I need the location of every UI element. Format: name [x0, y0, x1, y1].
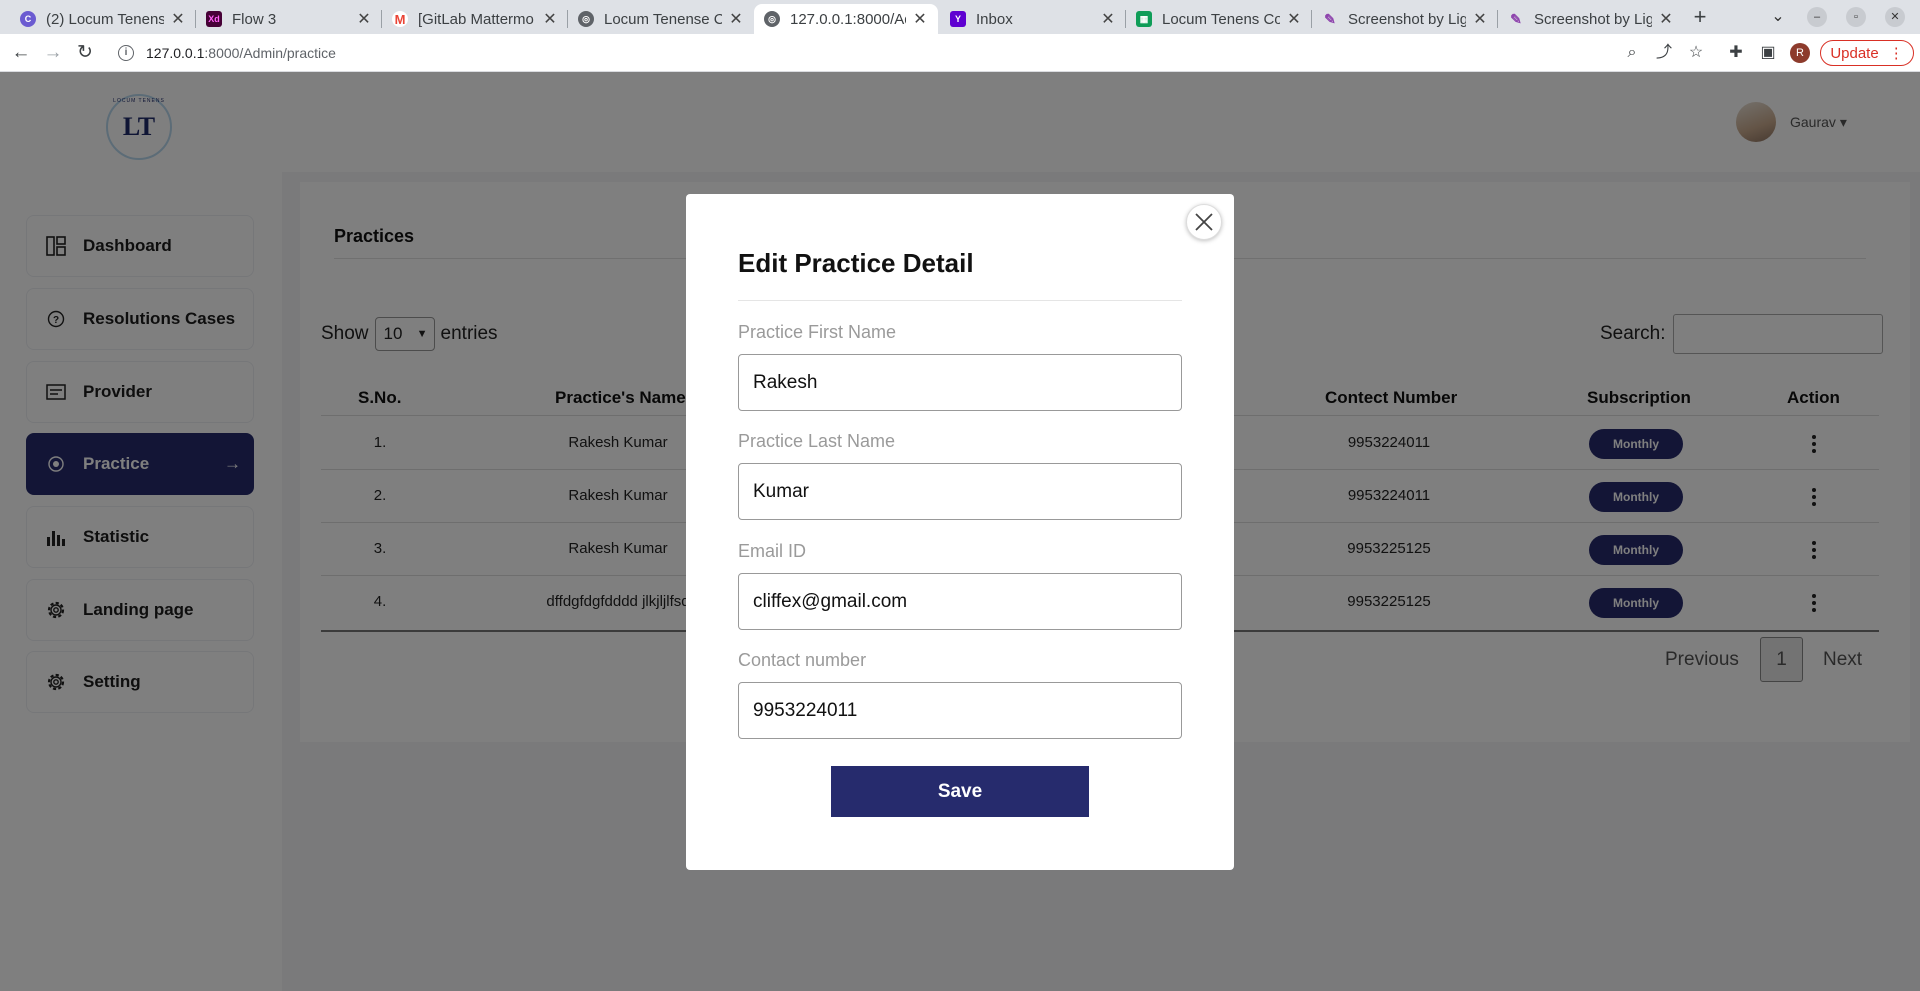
close-modal-button[interactable]: [1186, 204, 1222, 240]
close-tab-icon[interactable]: ✕: [356, 9, 372, 29]
browser-tab[interactable]: ▦ Locum Tenens Co ✕: [1126, 4, 1312, 34]
close-tab-icon[interactable]: ✕: [1472, 9, 1488, 29]
reload-icon[interactable]: ↻: [74, 42, 96, 64]
sheets-icon: ▦: [1136, 11, 1152, 27]
gmail-icon: M: [392, 11, 408, 27]
url-path: :8000/Admin/practice: [204, 45, 336, 61]
close-icon: [1195, 213, 1213, 231]
last-name-field[interactable]: Kumar: [738, 463, 1182, 520]
tab-title: Flow 3: [232, 10, 277, 28]
restore-window-icon[interactable]: ▫: [1846, 7, 1866, 27]
contact-number-label: Contact number: [738, 650, 867, 670]
tab-title: [GitLab Mattermo: [418, 10, 534, 28]
email-field[interactable]: cliffex@gmail.com: [738, 573, 1182, 630]
close-tab-icon[interactable]: ✕: [542, 9, 558, 29]
close-tab-icon[interactable]: ✕: [1286, 9, 1302, 29]
contact-number-field[interactable]: 9953224011: [738, 682, 1182, 739]
close-tab-icon[interactable]: ✕: [912, 9, 928, 29]
tab-favicon-icon: Xd: [206, 11, 222, 27]
close-tab-icon[interactable]: ✕: [728, 9, 744, 29]
tab-search-chevron-icon[interactable]: ⌄: [1768, 7, 1788, 27]
back-arrow-icon[interactable]: ←: [10, 42, 32, 64]
globe-icon: ◎: [578, 11, 594, 27]
browser-tab[interactable]: C (2) Locum Tenens ✕: [10, 4, 196, 34]
browser-tab-strip: C (2) Locum Tenens ✕ Xd Flow 3 ✕ M [GitL…: [0, 0, 1920, 34]
update-button[interactable]: Update ⋮: [1820, 40, 1914, 66]
url-host: 127.0.0.1: [146, 45, 205, 61]
feather-icon: ✎: [1510, 10, 1522, 27]
save-button[interactable]: Save: [831, 766, 1089, 817]
browser-tab[interactable]: Y Inbox ✕: [940, 4, 1126, 34]
zoom-icon[interactable]: ⌕: [1622, 43, 1642, 63]
email-label: Email ID: [738, 541, 807, 561]
tab-title: (2) Locum Tenens: [46, 10, 164, 28]
forward-arrow-icon[interactable]: →: [42, 42, 64, 64]
edit-practice-modal: Edit Practice Detail Practice First Name…: [686, 194, 1234, 870]
browser-tab-active[interactable]: ◎ 127.0.0.1:8000/Ad ✕: [754, 4, 938, 34]
share-icon[interactable]: ⤴: [1654, 43, 1674, 63]
minimize-window-icon[interactable]: –: [1807, 7, 1827, 27]
tab-favicon-icon: C: [20, 11, 36, 27]
yahoo-icon: Y: [950, 11, 966, 27]
close-window-icon[interactable]: ✕: [1885, 7, 1905, 27]
first-name-label: Practice First Name: [738, 322, 897, 342]
update-label: Update: [1830, 44, 1879, 62]
modal-title: Edit Practice Detail: [738, 248, 974, 278]
tab-title: Screenshot by Lig: [1534, 10, 1652, 28]
globe-icon: ◎: [764, 11, 780, 27]
browser-tab[interactable]: ✎ Screenshot by Lig ✕: [1498, 4, 1684, 34]
tab-title: 127.0.0.1:8000/Ad: [790, 10, 906, 28]
close-tab-icon[interactable]: ✕: [170, 9, 186, 29]
close-tab-icon[interactable]: ✕: [1658, 9, 1674, 29]
more-vertical-icon: ⋮: [1888, 45, 1904, 62]
close-tab-icon[interactable]: ✕: [1100, 9, 1116, 29]
profile-avatar-icon[interactable]: R: [1790, 43, 1810, 63]
browser-tab[interactable]: M [GitLab Mattermo ✕: [382, 4, 568, 34]
tab-title: Inbox: [976, 10, 1013, 28]
tab-title: Locum Tenense C: [604, 10, 722, 28]
tab-title: Screenshot by Lig: [1348, 10, 1466, 28]
new-tab-plus-icon[interactable]: +: [1688, 4, 1712, 32]
browser-tab[interactable]: Xd Flow 3 ✕: [196, 4, 382, 34]
bookmark-star-icon[interactable]: ☆: [1686, 43, 1706, 63]
browser-tab[interactable]: ✎ Screenshot by Lig ✕: [1312, 4, 1498, 34]
tab-title: Locum Tenens Co: [1162, 10, 1280, 28]
browser-tab[interactable]: ◎ Locum Tenense C ✕: [568, 4, 754, 34]
address-bar[interactable]: i 127.0.0.1:8000/Admin/practice: [108, 38, 1668, 68]
side-panel-icon[interactable]: ▣: [1758, 43, 1778, 63]
first-name-field[interactable]: Rakesh: [738, 354, 1182, 411]
last-name-label: Practice Last Name: [738, 431, 896, 451]
site-info-icon[interactable]: i: [118, 45, 134, 61]
extensions-puzzle-icon[interactable]: ✚: [1726, 43, 1746, 63]
divider: [738, 300, 1182, 301]
browser-toolbar: ← → ↻ i 127.0.0.1:8000/Admin/practice ⌕ …: [0, 34, 1920, 72]
feather-icon: ✎: [1324, 10, 1336, 27]
